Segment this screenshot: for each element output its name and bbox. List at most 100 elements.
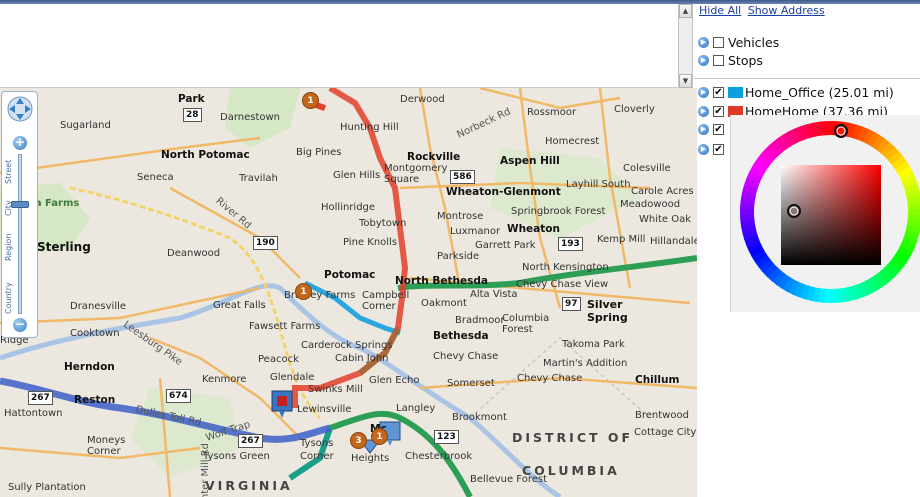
place-label: Chesterbrook xyxy=(405,451,473,462)
layer-row-stops[interactable]: ▶ Stops xyxy=(698,52,763,68)
place-label: Glen Echo xyxy=(369,375,420,386)
place-label: Alta Vista xyxy=(470,289,518,300)
stop-count-pin[interactable]: 1 xyxy=(295,283,312,300)
place-label: Aspen Hill xyxy=(500,155,560,167)
region-label: COLUMBIA xyxy=(522,463,620,478)
place-label: Heights xyxy=(351,453,390,464)
place-label: Bethesda xyxy=(433,330,489,342)
expand-arrow-icon[interactable]: ▶ xyxy=(698,105,709,117)
expand-arrow-icon[interactable]: ▶ xyxy=(698,123,709,135)
place-label: Cloverly xyxy=(614,104,655,115)
place-label: Hattontown xyxy=(4,408,63,419)
panel-divider xyxy=(694,78,920,79)
panel-links: Hide All Show Address xyxy=(699,4,828,17)
place-label: Lewinsville xyxy=(297,404,352,415)
place-label: Great Falls xyxy=(213,300,266,311)
place-label: Somerset xyxy=(447,378,495,389)
color-picker[interactable] xyxy=(730,115,920,312)
place-label: Cooktown xyxy=(70,328,120,339)
place-label: Chevy Chase xyxy=(517,373,583,384)
place-label: Rockville xyxy=(407,151,461,163)
place-label: Langley xyxy=(396,403,436,414)
zoom-level-label: Country xyxy=(4,282,13,314)
place-label: Moneys Corner xyxy=(87,435,126,457)
place-label: Darnestown xyxy=(220,112,281,123)
place-label: Wheaton-Glenmont xyxy=(446,186,561,198)
place-label: North Potomac xyxy=(161,149,250,161)
color-wheel[interactable] xyxy=(731,115,920,312)
scroll-up-icon[interactable]: ▲ xyxy=(679,4,692,18)
place-label: Colesville xyxy=(623,163,671,174)
place-label: Layhill South xyxy=(566,179,631,190)
stop-count-pin[interactable]: 1 xyxy=(371,428,388,445)
header-scrollbar[interactable]: ▲ ▼ xyxy=(678,4,693,88)
show-address-link[interactable]: Show Address xyxy=(748,4,825,17)
vehicles-checkbox[interactable] xyxy=(713,36,724,48)
layer-row-vehicles[interactable]: ▶ Vehicles xyxy=(698,34,779,50)
header-pane xyxy=(0,4,678,88)
place-label: Brentwood xyxy=(635,410,689,421)
place-label: Martin's Addition xyxy=(543,358,628,369)
stop-count-pin[interactable]: 1 xyxy=(302,92,319,109)
place-label: Derwood xyxy=(400,94,445,105)
place-label: Oakmont xyxy=(421,298,467,309)
expand-arrow-icon[interactable]: ▶ xyxy=(698,143,709,155)
place-label: Dranesville xyxy=(70,301,127,312)
place-label: Park xyxy=(178,93,205,105)
place-label: Tobytown xyxy=(359,218,407,229)
zoom-in-button[interactable]: + xyxy=(13,136,27,150)
expand-arrow-icon[interactable]: ▶ xyxy=(698,36,709,48)
place-label: Luxmanor xyxy=(450,226,501,237)
place-label: Garrett Park xyxy=(475,240,536,251)
route-row-home-office[interactable]: ▶ ✔ Home_Office (25.01 mi) xyxy=(698,84,894,100)
zoom-control[interactable]: + Street City Region Country − xyxy=(1,91,38,338)
zoom-level-label: Region xyxy=(4,233,13,261)
route-shield: 193 xyxy=(558,237,583,251)
place-label: Chillum xyxy=(635,374,680,386)
route-checkbox[interactable]: ✔ xyxy=(713,143,724,155)
route-checkbox[interactable]: ✔ xyxy=(713,105,724,117)
zoom-out-button[interactable]: − xyxy=(13,318,27,332)
place-label: Chevy Chase xyxy=(433,351,499,362)
expand-arrow-icon[interactable]: ▶ xyxy=(698,86,709,98)
region-label: DISTRICT OF xyxy=(512,430,634,445)
place-label: Tysons Green xyxy=(203,451,270,462)
place-label: Carderock Springs xyxy=(301,340,393,351)
route-color-swatch[interactable] xyxy=(728,86,743,98)
route-checkbox[interactable]: ✔ xyxy=(713,123,724,135)
place-label: Big Pines xyxy=(296,147,342,158)
place-label: Columbia Forest xyxy=(502,313,550,335)
route-shield: 674 xyxy=(166,389,191,403)
pan-arrows-icon[interactable] xyxy=(6,95,34,123)
place-label: Seneca xyxy=(137,172,174,183)
place-label: Carole Acres xyxy=(631,186,694,197)
place-label: Montrose xyxy=(437,211,484,222)
zoom-slider-track[interactable] xyxy=(18,154,22,314)
place-label: Hollinridge xyxy=(321,202,376,213)
route-checkbox[interactable]: ✔ xyxy=(713,86,724,98)
stops-checkbox[interactable] xyxy=(713,54,724,66)
route-row-4[interactable]: ▶ ✔ xyxy=(698,141,728,157)
place-label: Pine Knolls xyxy=(343,237,398,248)
place-label: Reston xyxy=(74,394,116,406)
place-label: White Oak xyxy=(639,214,692,225)
scroll-down-icon[interactable]: ▼ xyxy=(679,74,692,88)
route-shield: 123 xyxy=(434,430,459,444)
place-label: Travilah xyxy=(239,173,278,184)
place-label: Sugarland xyxy=(60,120,111,131)
route-row-3[interactable]: ▶ ✔ xyxy=(698,121,728,137)
place-label: Fawsett Farms xyxy=(249,321,321,332)
map-canvas[interactable]: Park Darnestown Sugarland North Potomac … xyxy=(0,88,697,497)
place-label: Tysons xyxy=(300,438,334,449)
road-label: Hunter Mill Rd xyxy=(200,443,211,497)
expand-arrow-icon[interactable]: ▶ xyxy=(698,54,709,66)
stop-count-pin[interactable]: 3 xyxy=(350,432,367,449)
place-label: Glen Hills xyxy=(333,170,381,181)
place-label: Parkside xyxy=(437,251,480,262)
place-label: Homecrest xyxy=(545,136,600,147)
zoom-level-label: Street xyxy=(4,159,13,184)
route-shield: 586 xyxy=(450,170,475,184)
hide-all-link[interactable]: Hide All xyxy=(699,4,741,17)
place-label: Wheaton xyxy=(507,223,560,235)
zoom-slider-thumb[interactable] xyxy=(11,201,29,208)
